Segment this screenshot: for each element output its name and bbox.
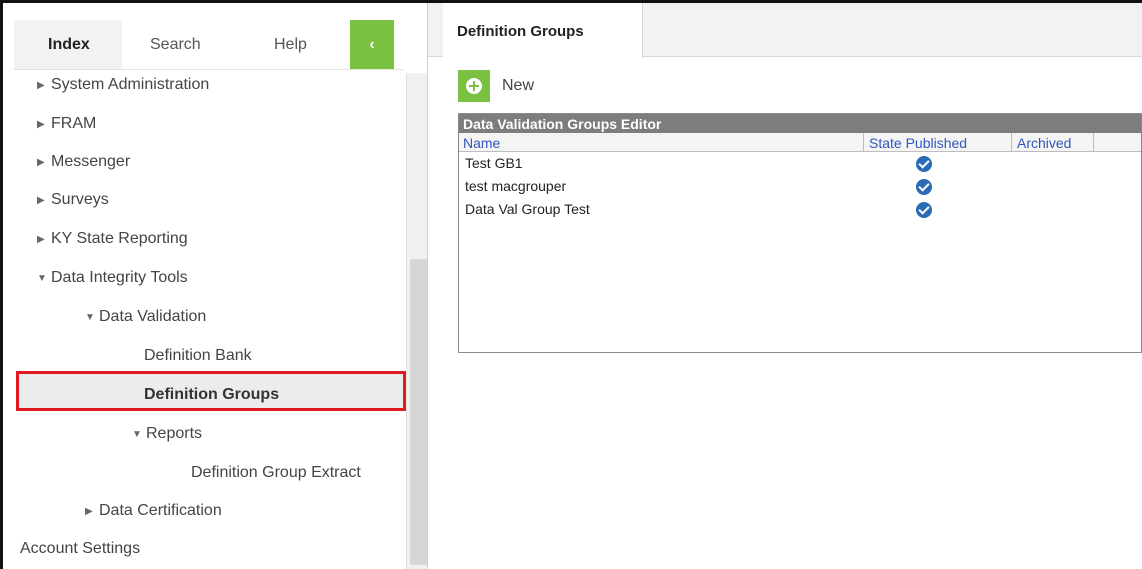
tree-item-label: Definition Group Extract bbox=[191, 464, 361, 481]
sidebar: Index Search Help ‹ ▶ System Administrat… bbox=[3, 3, 429, 569]
tree-item-definition-groups[interactable]: Definition Groups bbox=[144, 380, 279, 410]
row-name: Test GB1 bbox=[465, 155, 523, 171]
plus-circle-icon bbox=[458, 70, 490, 102]
tree-item-system-administration[interactable]: ▶ System Administration bbox=[37, 70, 209, 100]
tree-item-label: Reports bbox=[146, 425, 203, 442]
row-name: test macgrouper bbox=[465, 178, 567, 194]
tree-item-account-settings[interactable]: Account Settings bbox=[20, 534, 140, 564]
table-header: Name State Published Archived bbox=[459, 133, 1141, 152]
tree-item-label: Data Validation bbox=[99, 308, 207, 325]
tree-item-label: System Administration bbox=[51, 76, 210, 93]
triangle-right-icon: ▶ bbox=[37, 79, 45, 91]
column-header-archived[interactable]: Archived bbox=[1017, 135, 1071, 151]
column-header-name[interactable]: Name bbox=[463, 135, 500, 151]
tree-item-definition-group-extract[interactable]: Definition Group Extract bbox=[191, 458, 361, 488]
tree-item-fram[interactable]: ▶ FRAM bbox=[37, 109, 96, 139]
check-circle-icon bbox=[916, 179, 932, 195]
groups-editor: Data Validation Groups Editor Name State… bbox=[458, 113, 1142, 353]
main-panel: Definition Groups New Data Validation Gr… bbox=[428, 3, 1142, 569]
tree-item-label: KY State Reporting bbox=[51, 230, 188, 247]
tree-item-definition-bank[interactable]: Definition Bank bbox=[144, 341, 252, 371]
tab-definition-groups[interactable]: Definition Groups bbox=[443, 3, 643, 58]
table-row[interactable]: test macgrouper bbox=[459, 175, 1141, 198]
tab-search[interactable]: Search bbox=[122, 20, 238, 69]
tree-item-surveys[interactable]: ▶ Surveys bbox=[37, 185, 109, 215]
tree-item-label: Messenger bbox=[51, 153, 131, 170]
triangle-down-icon: ▼ bbox=[37, 272, 47, 284]
triangle-right-icon: ▶ bbox=[85, 505, 93, 517]
triangle-right-icon: ▶ bbox=[37, 194, 45, 206]
tab-index[interactable]: Index bbox=[14, 20, 122, 69]
collapse-sidebar-button[interactable]: ‹ bbox=[350, 20, 394, 69]
check-circle-icon bbox=[916, 202, 932, 218]
tree-item-messenger[interactable]: ▶ Messenger bbox=[37, 147, 130, 177]
chevron-left-icon: ‹ bbox=[369, 35, 375, 53]
new-button[interactable]: New bbox=[458, 70, 534, 102]
triangle-down-icon: ▼ bbox=[132, 428, 142, 440]
check-circle-icon bbox=[916, 156, 932, 172]
triangle-down-icon: ▼ bbox=[85, 311, 95, 323]
tree-item-label: Surveys bbox=[51, 191, 109, 208]
tree-item-label: Data Certification bbox=[99, 502, 222, 519]
tree-item-label: Account Settings bbox=[20, 540, 141, 557]
tab-help[interactable]: Help bbox=[238, 20, 350, 69]
sidebar-tabs: Index Search Help ‹ bbox=[14, 20, 404, 69]
tree-item-data-validation[interactable]: ▼ Data Validation bbox=[85, 302, 206, 332]
row-name: Data Val Group Test bbox=[465, 201, 590, 217]
tree-item-ky-state-reporting[interactable]: ▶ KY State Reporting bbox=[37, 224, 188, 254]
tree-item-label: Definition Bank bbox=[144, 347, 252, 364]
tree-item-label: FRAM bbox=[51, 115, 97, 132]
tree-item-label: Definition Groups bbox=[144, 386, 280, 403]
triangle-right-icon: ▶ bbox=[37, 156, 45, 168]
main-tab-bar: Definition Groups bbox=[428, 3, 1142, 58]
table-row[interactable]: Test GB1 bbox=[459, 152, 1141, 175]
column-header-state-published[interactable]: State Published bbox=[869, 135, 967, 151]
new-button-label: New bbox=[502, 77, 535, 94]
tree-item-data-certification[interactable]: ▶ Data Certification bbox=[85, 496, 222, 526]
triangle-right-icon: ▶ bbox=[37, 233, 45, 245]
tree-item-data-integrity-tools[interactable]: ▼ Data Integrity Tools bbox=[37, 263, 188, 293]
tree-item-label: Data Integrity Tools bbox=[51, 269, 188, 286]
scrollbar-thumb[interactable] bbox=[410, 259, 427, 565]
table-row[interactable]: Data Val Group Test bbox=[459, 198, 1141, 221]
tree-item-reports[interactable]: ▼ Reports bbox=[132, 419, 202, 449]
editor-title: Data Validation Groups Editor bbox=[459, 114, 1141, 133]
triangle-right-icon: ▶ bbox=[37, 118, 45, 130]
sidebar-scrollbar[interactable] bbox=[406, 73, 429, 569]
